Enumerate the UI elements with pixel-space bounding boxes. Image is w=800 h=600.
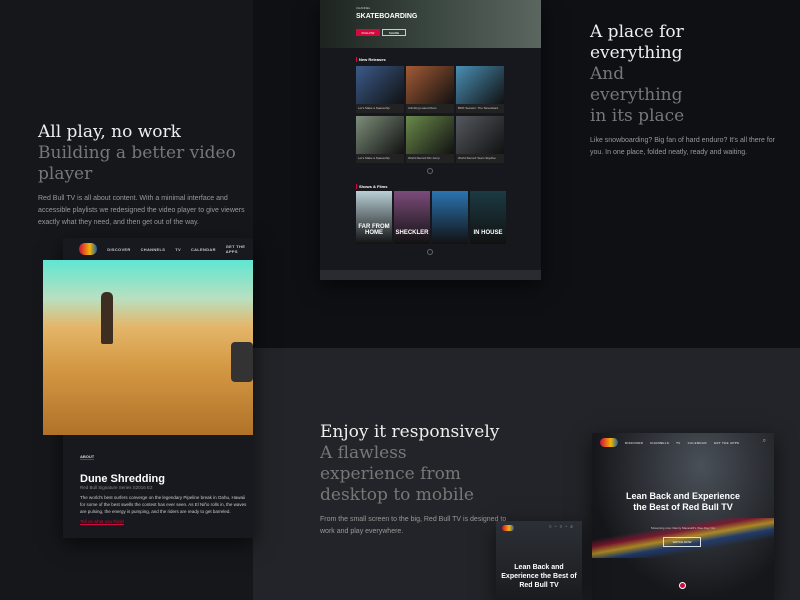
search-icon[interactable]: ⌕ [763,438,766,445]
shows-heading: Shows & Films [356,184,387,189]
release-thumbnail [356,66,404,104]
nav-calendar[interactable]: CALENDAR [191,247,216,252]
nav-bar: DISCOVER CHANNELS TV CALENDAR GET THE AP… [600,438,739,447]
nav-tv[interactable]: TV [175,247,181,252]
release-card[interactable]: Climbing Latest Runs [406,66,454,113]
video-frame[interactable] [43,260,253,435]
mobile-screenshot: ○▫○▫⌕ Lean Back and Experience the Best … [496,521,582,600]
hero-headline: Lean Back and Experience the Best of Red… [625,491,741,512]
video-series: Red Bull Signature Series S2016 E2 [80,485,153,490]
section-subtitle: Building a better video player [38,143,236,184]
show-poster[interactable]: FAR FROM HOME [356,191,392,244]
nav-apps[interactable]: GET THE APPS [714,441,740,445]
release-thumbnail [406,116,454,154]
nav-discover[interactable]: DISCOVER [107,247,130,252]
desktop-screenshot: DISCOVER CHANNELS TV CALENDAR GET THE AP… [592,433,774,600]
watch-now-button[interactable]: WATCH NOW [663,537,701,547]
footer [320,270,541,280]
share-button[interactable]: SHARE [382,29,406,36]
follow-button[interactable]: FOLLOW [356,29,380,36]
show-poster[interactable]: SHECKLER [394,191,430,244]
section-subtitle: And everything in its place [590,64,685,126]
streaming-now: Streaming now: Danny Macaskill's Wee Day… [650,526,716,530]
scroll-down-icon[interactable] [679,582,686,589]
nav-channels[interactable]: CHANNELS [141,247,166,252]
show-title: IN HOUSE [473,230,503,236]
release-thumbnail [456,116,504,154]
channel-hero: CHANNEL SKATEBOARDING FOLLOW SHARE [320,0,541,48]
load-more-button[interactable] [427,168,433,174]
nav-apps[interactable]: GET THE APPS [226,244,253,254]
release-card[interactable]: World Record Team Skydive [456,116,504,163]
release-title: Let's Make a Spaceship [358,106,390,110]
show-title: SHECKLER [395,230,429,236]
red-bull-tv-logo [79,243,98,255]
release-title: World Record Team Skydive [458,156,496,160]
release-thumbnail [406,66,454,104]
section-title: A place for everything [590,22,684,63]
nav-bar: DISCOVER CHANNELS TV CALENDAR GET THE AP… [79,243,253,255]
channel-tag: CHANNEL [356,6,371,10]
video-details: ABOUT Dune Shredding Red Bull Signature … [80,445,248,524]
section-player-intro: All play, no work Building a better vide… [38,122,253,229]
nav-discover[interactable]: DISCOVER [625,441,643,445]
section-body: From the small screen to the big, Red Bu… [320,516,507,535]
nav-channels[interactable]: CHANNELS [650,441,669,445]
nav-tv[interactable]: TV [676,441,680,445]
release-thumbnail [456,66,504,104]
about-label: ABOUT [80,454,95,460]
section-body: Red Bull TV is all about content. With a… [38,195,245,226]
red-bull-tv-logo [502,525,514,531]
show-poster[interactable] [432,191,468,244]
video-title: Dune Shredding [80,473,165,485]
release-card[interactable]: BMX Session: The Streetstars [456,66,504,113]
show-poster[interactable]: IN HOUSE [470,191,506,244]
feedback-link[interactable]: Tell us what you think! [80,519,248,524]
section-subtitle: A flawless experience from desktop to mo… [320,443,474,505]
load-more-shows-button[interactable] [427,249,433,255]
red-bull-tv-logo [600,438,618,447]
section-responsive: Enjoy it responsively A flawless experie… [320,422,510,538]
release-thumbnail [356,116,404,154]
vehicle [231,342,253,382]
release-title: BMX Session: The Streetstars [458,106,499,110]
section-title: All play, no work [38,122,181,142]
release-card[interactable]: Let's Make a Spaceship [356,66,404,113]
hero-headline: Lean Back and Experience the Best of Red… [501,564,577,589]
release-card[interactable]: Let's Make a Spaceship [356,116,404,163]
show-title: FAR FROM HOME [358,224,390,236]
new-releases-heading: New Releases [356,57,386,62]
toolbar-icons[interactable]: ○▫○▫⌕ [549,524,576,530]
channel-title: SKATEBOARDING [356,13,418,20]
section-organize: A place for everything And everything in… [590,22,780,159]
video-description: The world's best surfers converge on the… [80,495,247,514]
release-title: World Record DH Jump [408,156,440,160]
section-body: Like snowboarding? Big fan of hard endur… [590,137,776,156]
nav-calendar[interactable]: CALENDAR [688,441,707,445]
release-title: Climbing Latest Runs [408,106,437,110]
release-title: Let's Make a Spaceship [358,156,390,160]
rider-figure [101,292,113,344]
release-card[interactable]: World Record DH Jump [406,116,454,163]
channel-screenshot: CHANNEL SKATEBOARDING FOLLOW SHARE New R… [320,0,541,280]
section-title: Enjoy it responsively [320,422,500,442]
